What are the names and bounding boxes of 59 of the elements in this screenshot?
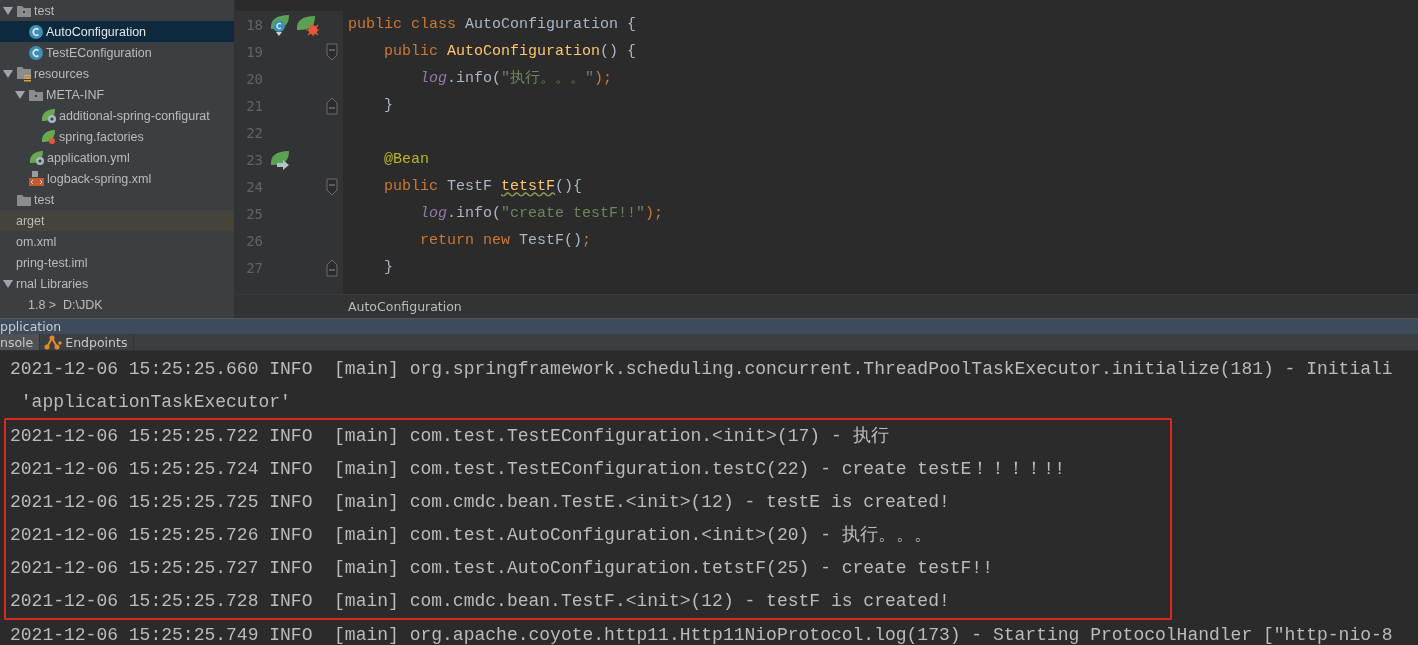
expanded-arrow-icon[interactable]	[3, 69, 13, 78]
resources-folder-icon	[16, 65, 32, 82]
endpoints-icon	[44, 334, 63, 350]
tree-item[interactable]: om.xml	[0, 231, 234, 252]
tree-item[interactable]: META-INF	[0, 84, 234, 105]
fold-icon	[326, 177, 338, 196]
bean-class-icon	[269, 12, 291, 37]
tree-item[interactable]: 1.8 > D:\JDK	[0, 294, 234, 315]
bean-navigate-icon	[269, 148, 291, 171]
log-line: 2021-12-06 15:25:25.725 INFO [main] com.cmdc.bean.TestE.<init>(12) - testE is created!	[10, 491, 951, 514]
log-line: 2021-12-06 15:25:25.722 INFO [main] com.test.TestEConfiguration.<init>(17) - 执行	[10, 425, 890, 448]
leaf-icon	[40, 128, 57, 145]
log-line: 2021-12-06 15:25:25.726 INFO [main] com.test.AutoConfiguration.<init>(20) - 执行。。。	[10, 524, 933, 547]
folder-icon	[16, 3, 32, 18]
code-line: }	[383, 96, 394, 116]
leaf-gear-icon	[28, 149, 45, 166]
expanded-arrow-icon[interactable]	[3, 6, 13, 15]
code-line: log.info("create testF!!");	[419, 204, 665, 224]
fold-icon	[326, 258, 338, 277]
fold-icon	[326, 42, 338, 61]
tree-item[interactable]: additional-spring-configurat	[0, 105, 234, 126]
folder-icon	[16, 192, 32, 207]
tree-item[interactable]: application.yml	[0, 147, 234, 168]
class-icon	[28, 44, 44, 61]
tree-item[interactable]: logback-spring.xml	[0, 168, 234, 189]
tree-item[interactable]: pring-test.iml	[0, 252, 234, 273]
fold-icon	[326, 96, 338, 115]
log-line: 2021-12-06 15:25:25.727 INFO [main] com.test.AutoConfiguration.tetstF(25) - create testF!!	[10, 557, 994, 580]
log-line: 2021-12-06 15:25:25.728 INFO [main] com.cmdc.bean.TestF.<init>(12) - testF is created!	[10, 590, 951, 613]
tree-item[interactable]: arget	[0, 210, 234, 231]
code-line: public AutoConfiguration() {	[383, 42, 638, 62]
expanded-arrow-icon[interactable]	[3, 279, 13, 288]
code-line: public class AutoConfiguration {	[348, 15, 638, 35]
breadcrumb[interactable]: AutoConfiguration	[348, 299, 462, 314]
tree-item[interactable]: test	[0, 0, 234, 21]
class-icon	[28, 23, 44, 40]
tree-item[interactable]: test	[0, 189, 234, 210]
log-line: 'applicationTaskExecutor'	[19, 391, 292, 414]
tree-item[interactable]: resources	[0, 63, 234, 84]
tree-item[interactable]: spring.factories	[0, 126, 234, 147]
tree-item[interactable]: AutoConfiguration	[0, 21, 234, 42]
expanded-arrow-icon[interactable]	[15, 90, 25, 99]
code-line: }	[383, 258, 394, 278]
code-line: log.info("执行。。。");	[419, 68, 614, 89]
tool-window-title: pplication	[0, 319, 62, 334]
tab[interactable]: nsole	[0, 334, 41, 350]
folder-icon	[28, 87, 44, 102]
log-line: 2021-12-06 15:25:25.749 INFO [main] org.apache.coyote.http11.Http11NioProtocol.log(173) - Starting ProtocolHandler ["http-nio-8	[10, 624, 1394, 645]
tab[interactable]: Endpoints	[40, 334, 135, 350]
leaf-burst-icon	[295, 13, 319, 36]
tree-item[interactable]: rnal Libraries	[0, 273, 234, 294]
code-line: return new TestF();	[419, 231, 593, 251]
leaf-gear-icon	[40, 107, 57, 124]
xml-file-icon	[28, 170, 45, 187]
log-line: 2021-12-06 15:25:25.724 INFO [main] com.test.TestEConfiguration.testC(22) - create testE！！！！!!	[10, 458, 1066, 481]
log-line: 2021-12-06 15:25:25.660 INFO [main] org.springframework.scheduling.concurrent.ThreadPoolTaskExecutor.initialize(181) - Initiali	[10, 358, 1394, 381]
code-line: public TestF tetstF(){	[383, 177, 584, 197]
tree-item[interactable]: TestEConfiguration	[0, 42, 234, 63]
code-line: @Bean	[383, 150, 430, 170]
